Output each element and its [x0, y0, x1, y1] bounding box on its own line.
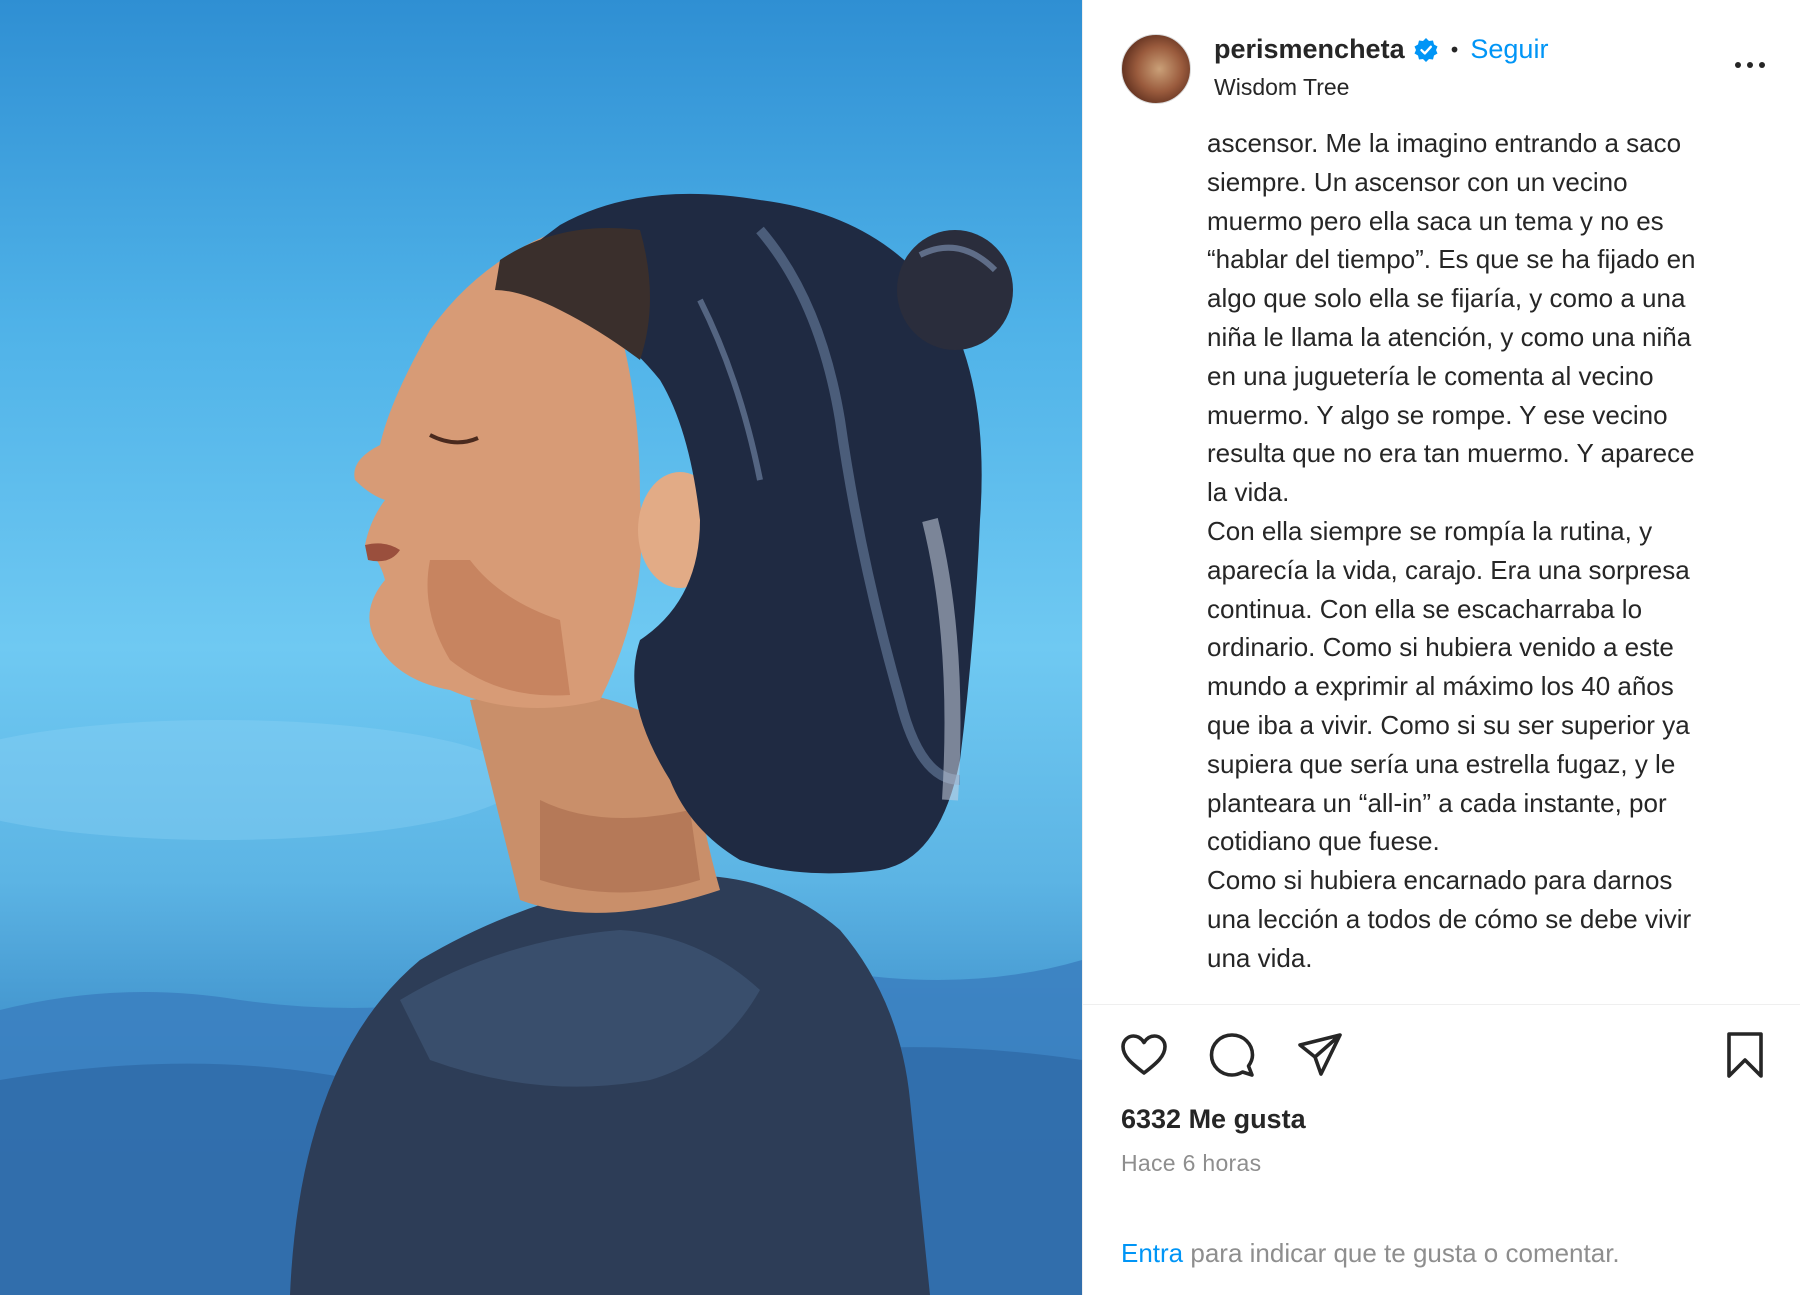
location-link[interactable]: Wisdom Tree — [1214, 74, 1349, 101]
divider — [1083, 1004, 1800, 1005]
login-prompt: Entra para indicar que te gusta o coment… — [1121, 1238, 1620, 1269]
login-prompt-text: para indicar que te gusta o comentar. — [1183, 1238, 1620, 1268]
post-photo[interactable] — [0, 0, 1082, 1295]
avatar[interactable] — [1121, 34, 1191, 104]
username-link[interactable]: perismencheta — [1214, 34, 1405, 65]
likes-count[interactable]: 6332 Me gusta — [1121, 1104, 1306, 1135]
comment-icon[interactable] — [1207, 1030, 1257, 1080]
heart-icon[interactable] — [1119, 1030, 1169, 1080]
post-timestamp[interactable]: Hace 6 horas — [1121, 1150, 1261, 1177]
more-options-icon[interactable] — [1730, 50, 1770, 80]
post-caption: ascensor. Me la imagino entrando a saco … — [1207, 128, 1696, 973]
verified-badge-icon — [1413, 37, 1439, 63]
portrait-illustration — [0, 193, 1082, 1295]
login-link[interactable]: Entra — [1121, 1238, 1183, 1268]
instagram-post: perismencheta • Seguir Wisdom Tree ascen… — [0, 0, 1800, 1295]
post-header: perismencheta • Seguir Wisdom Tree — [1121, 30, 1770, 104]
share-icon[interactable] — [1295, 1030, 1345, 1080]
action-bar — [1119, 1030, 1770, 1090]
follow-button[interactable]: Seguir — [1470, 34, 1548, 65]
separator-dot: • — [1448, 37, 1461, 62]
author-row: perismencheta • Seguir — [1214, 34, 1548, 65]
bookmark-icon[interactable] — [1720, 1030, 1770, 1080]
post-side-panel: perismencheta • Seguir Wisdom Tree ascen… — [1082, 0, 1800, 1295]
